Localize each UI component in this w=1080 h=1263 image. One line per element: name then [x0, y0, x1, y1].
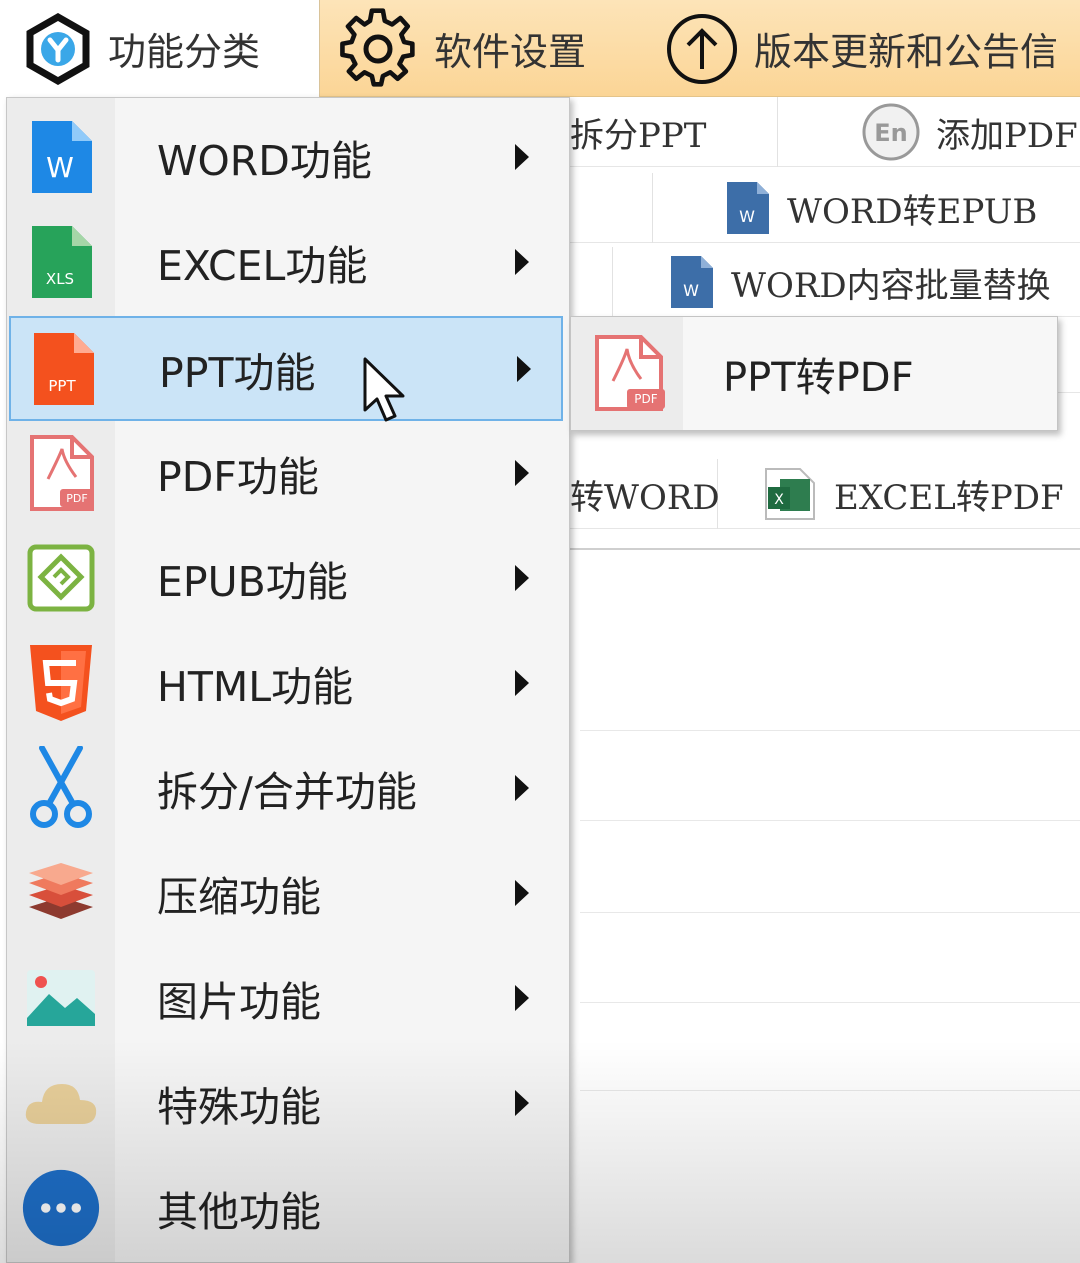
- mouse-cursor-icon: [362, 356, 410, 426]
- svg-text:PPT: PPT: [48, 377, 76, 395]
- word-icon: W: [21, 117, 101, 197]
- submenu-item-ppt-to-pdf[interactable]: PDF PPT转PDF: [571, 317, 1057, 430]
- split-ppt-button[interactable]: 拆分PPT: [560, 97, 778, 167]
- svg-text:X: X: [774, 492, 784, 508]
- submenu-arrow-icon: [515, 1089, 529, 1116]
- to-word-button[interactable]: 转WORD: [560, 459, 720, 529]
- ppt-submenu: PDF PPT转PDF: [570, 316, 1058, 431]
- menu-item-label: EPUB功能: [157, 557, 348, 606]
- layers-icon: [21, 853, 101, 933]
- excel-file-icon: X: [760, 465, 820, 523]
- submenu-arrow-icon: [515, 143, 529, 170]
- tab-version-update[interactable]: 版本更新和公告信: [664, 0, 1058, 97]
- cloud-icon: [21, 1063, 101, 1143]
- menu-item-special[interactable]: 特殊功能: [7, 1050, 569, 1155]
- toolbar-row: 拆分PPT En 添加PDF: [560, 97, 1080, 167]
- list-divider: [580, 730, 1080, 731]
- menu-item-label: 图片功能: [157, 977, 321, 1026]
- svg-text:PDF: PDF: [66, 492, 87, 505]
- word-file-icon: W: [723, 180, 773, 236]
- scissors-icon: [21, 745, 101, 828]
- menu-item-ppt[interactable]: PPT PPT功能: [9, 316, 563, 421]
- svg-text:W: W: [683, 281, 699, 300]
- tab-software-settings[interactable]: 软件设置: [336, 0, 586, 97]
- menu-item-label: 特殊功能: [157, 1082, 321, 1131]
- submenu-item-label: PPT转PDF: [723, 354, 914, 401]
- menu-item-label: 拆分/合并功能: [157, 767, 417, 816]
- add-pdf-button[interactable]: En 添加PDF: [850, 97, 1080, 167]
- list-divider: [580, 1002, 1080, 1003]
- submenu-arrow-icon: [515, 459, 529, 486]
- list-divider: [580, 820, 1080, 821]
- toolbar-row: W WORD内容批量替换: [560, 247, 1080, 317]
- tab-function-category[interactable]: 功能分类: [0, 0, 320, 97]
- menu-item-label: HTML功能: [157, 662, 354, 711]
- menu-item-epub[interactable]: EPUB功能: [7, 525, 569, 630]
- toolbar-row: W WORD转EPUB: [560, 173, 1080, 243]
- menu-item-excel[interactable]: XLS EXCEL功能: [7, 209, 569, 314]
- menu-item-pdf[interactable]: PDF PDF功能: [7, 420, 569, 525]
- add-pdf-label: 添加PDF: [936, 115, 1078, 156]
- menu-item-split-merge[interactable]: 拆分/合并功能: [7, 735, 569, 840]
- epub-icon: [21, 538, 101, 618]
- toolbar-row: 转WORD X EXCEL转PDF: [560, 459, 1080, 529]
- menu-item-compress[interactable]: 压缩功能: [7, 840, 569, 945]
- menu-item-html[interactable]: HTML功能: [7, 630, 569, 735]
- pdf-file-icon: PDF: [593, 335, 669, 413]
- list-divider: [580, 912, 1080, 913]
- function-category-menu: W WORD功能 XLS EXCEL功能 PPT PPT功能 PDF PDF功能…: [6, 97, 570, 1263]
- svg-text:XLS: XLS: [46, 270, 74, 288]
- ppt-icon: PPT: [23, 329, 103, 409]
- excel-icon: XLS: [21, 222, 101, 302]
- more-icon: [21, 1168, 101, 1248]
- tab-software-settings-label: 软件设置: [434, 30, 587, 74]
- menu-item-label: 其他功能: [157, 1187, 321, 1236]
- word-file-icon: W: [667, 254, 717, 310]
- menu-item-label: PPT功能: [159, 348, 316, 397]
- pdf-icon: PDF: [21, 433, 101, 513]
- word-batch-replace-button[interactable]: W WORD内容批量替换: [612, 247, 1080, 317]
- word-batch-replace-label: WORD内容批量替换: [731, 265, 1051, 306]
- word-to-epub-label: WORD转EPUB: [787, 191, 1038, 232]
- task-list-area: [560, 550, 1080, 1263]
- excel-to-pdf-button[interactable]: X EXCEL转PDF: [750, 459, 1080, 529]
- menu-item-label: 压缩功能: [157, 872, 321, 921]
- menu-item-other[interactable]: 其他功能: [7, 1155, 569, 1260]
- menu-item-word[interactable]: W WORD功能: [7, 104, 569, 209]
- submenu-arrow-icon: [515, 879, 529, 906]
- menu-item-label: EXCEL功能: [157, 241, 368, 290]
- svg-text:PDF: PDF: [634, 392, 657, 406]
- svg-text:En: En: [874, 119, 907, 147]
- word-to-epub-button[interactable]: W WORD转EPUB: [652, 173, 1080, 243]
- submenu-arrow-icon: [517, 355, 531, 382]
- image-icon: [21, 958, 101, 1038]
- split-ppt-label: 拆分PPT: [570, 115, 707, 156]
- submenu-arrow-icon: [515, 564, 529, 591]
- list-divider: [580, 1090, 1080, 1091]
- app-logo-icon: [22, 12, 94, 85]
- watermark-icon: En: [860, 101, 922, 163]
- gear-icon: [336, 7, 420, 91]
- svg-text:W: W: [739, 207, 755, 226]
- submenu-arrow-icon: [515, 774, 529, 801]
- tab-version-update-label: 版本更新和公告信: [754, 30, 1059, 74]
- submenu-arrow-icon: [515, 669, 529, 696]
- excel-to-pdf-label: EXCEL转PDF: [834, 477, 1064, 518]
- submenu-arrow-icon: [515, 248, 529, 275]
- menu-item-label: PDF功能: [157, 452, 319, 501]
- submenu-arrow-icon: [515, 984, 529, 1011]
- html5-icon: [21, 643, 101, 723]
- tab-function-category-label: 功能分类: [108, 30, 261, 74]
- top-tab-bar: 功能分类 软件设置 版本更新和公告信: [0, 0, 1080, 97]
- to-word-label: 转WORD: [570, 477, 720, 518]
- arrow-up-circle-icon: [664, 11, 740, 87]
- svg-text:W: W: [46, 151, 74, 184]
- menu-item-image[interactable]: 图片功能: [7, 945, 569, 1050]
- menu-item-label: WORD功能: [157, 136, 372, 185]
